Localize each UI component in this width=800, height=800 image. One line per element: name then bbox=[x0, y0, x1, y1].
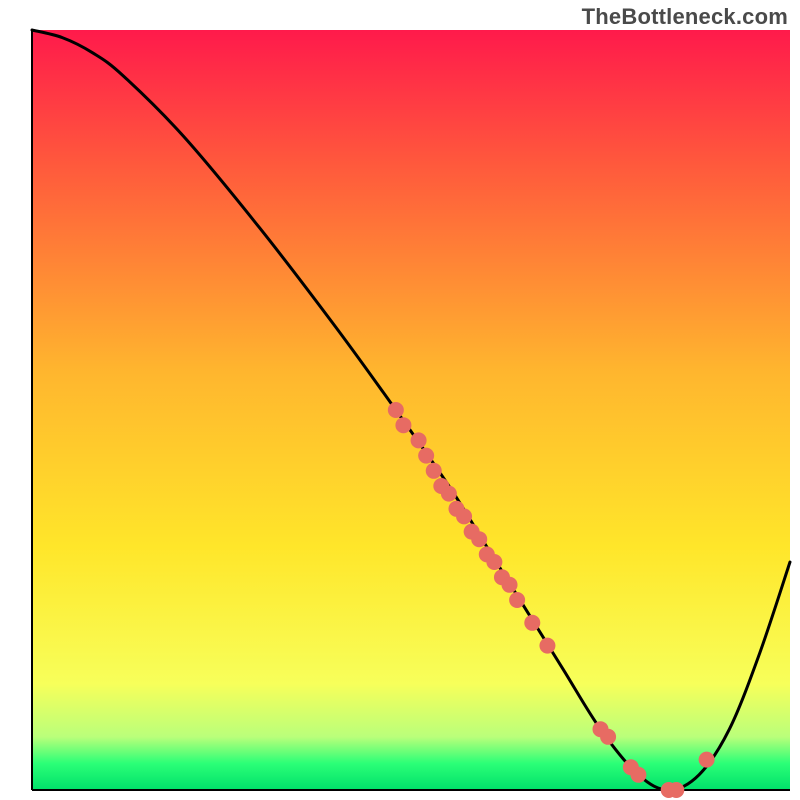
highlight-dot bbox=[418, 448, 434, 464]
highlight-dot bbox=[509, 592, 525, 608]
highlight-dot bbox=[456, 508, 472, 524]
highlight-dot bbox=[539, 638, 555, 654]
plot-background bbox=[32, 30, 790, 790]
watermark-text: TheBottleneck.com bbox=[582, 4, 788, 30]
highlight-dot bbox=[668, 782, 684, 798]
highlight-dot bbox=[524, 615, 540, 631]
highlight-dot bbox=[699, 752, 715, 768]
highlight-dot bbox=[471, 531, 487, 547]
highlight-dot bbox=[630, 767, 646, 783]
highlight-dot bbox=[502, 577, 518, 593]
highlight-dot bbox=[426, 463, 442, 479]
highlight-dot bbox=[486, 554, 502, 570]
highlight-dot bbox=[388, 402, 404, 418]
highlight-dot bbox=[600, 729, 616, 745]
highlight-dot bbox=[441, 486, 457, 502]
bottleneck-chart bbox=[0, 0, 800, 800]
highlight-dot bbox=[395, 417, 411, 433]
chart-svg bbox=[0, 0, 800, 800]
highlight-dot bbox=[411, 432, 427, 448]
